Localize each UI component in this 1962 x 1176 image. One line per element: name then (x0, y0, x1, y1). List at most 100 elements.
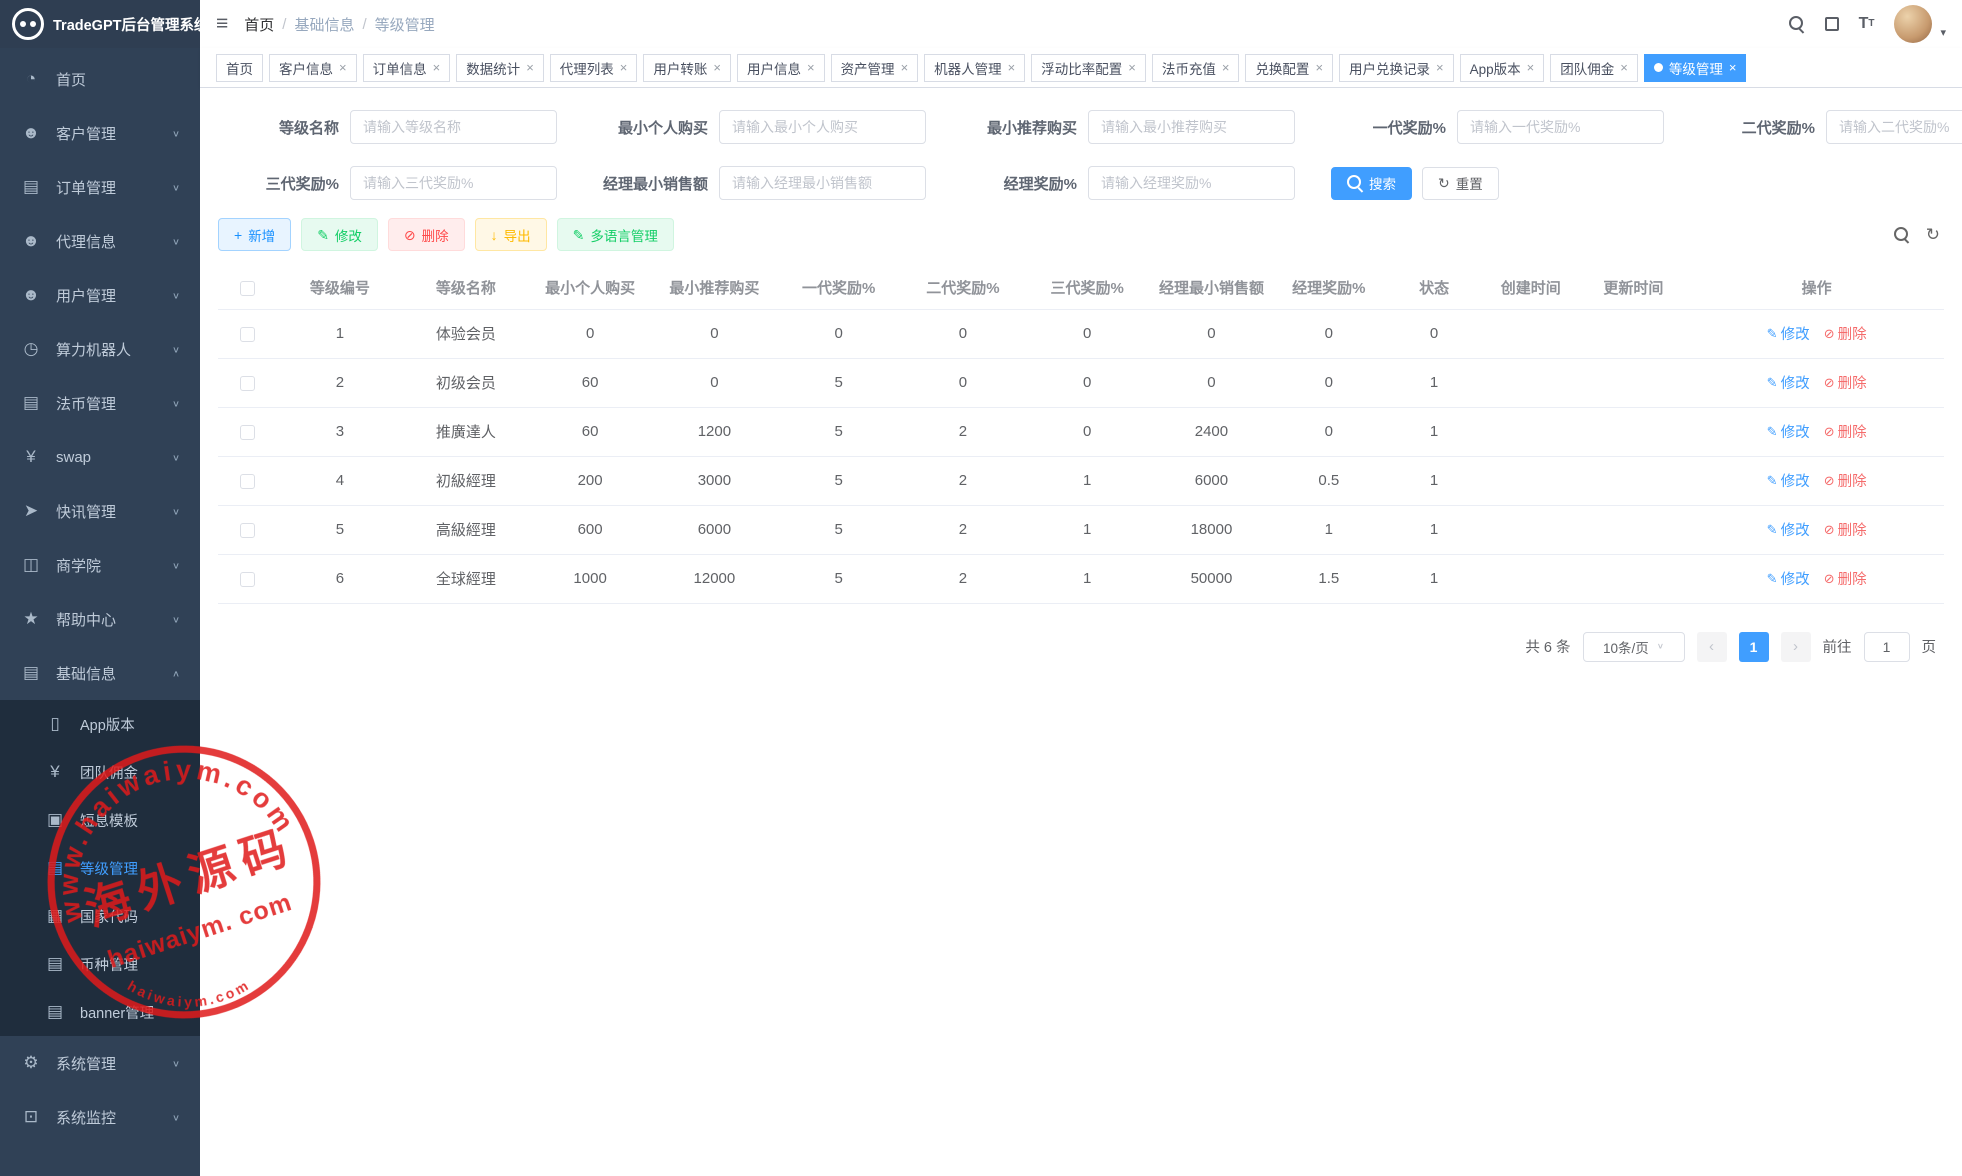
tab-close-icon[interactable]: × (1729, 61, 1737, 74)
tab-close-icon[interactable]: × (526, 61, 534, 74)
sidebar-subitem[interactable]: ▦ 国家代码 (0, 892, 200, 940)
multilang-button[interactable]: ✎ 多语言管理 (557, 218, 674, 251)
breadcrumb-item[interactable]: 首页 / (244, 14, 286, 35)
view-tab[interactable]: 资产管理 × (831, 54, 919, 82)
filter-input[interactable] (1088, 166, 1295, 200)
view-tab[interactable]: 客户信息 × (269, 54, 357, 82)
view-tab[interactable]: 机器人管理 × (924, 54, 1025, 82)
filter-input[interactable] (719, 110, 926, 144)
filter-input[interactable] (719, 166, 926, 200)
tab-close-icon[interactable]: × (1222, 61, 1230, 74)
breadcrumb-item[interactable]: 等级管理 (375, 14, 443, 35)
edit-row-button[interactable]: ✎ 修改 (1767, 568, 1810, 589)
select-all-checkbox[interactable] (240, 281, 255, 296)
row-checkbox[interactable] (240, 376, 255, 391)
caret-down-icon[interactable]: ▾ (1940, 26, 1946, 39)
view-tab[interactable]: 等级管理 × (1644, 54, 1747, 82)
row-checkbox[interactable] (240, 572, 255, 587)
view-tab[interactable]: 兑换配置 × (1245, 54, 1333, 82)
edit-row-button[interactable]: ✎ 修改 (1767, 372, 1810, 393)
sidebar-toggle-icon[interactable]: ≡ (216, 12, 228, 36)
edit-row-button[interactable]: ✎ 修改 (1767, 470, 1810, 491)
view-tab[interactable]: 团队佣金 × (1550, 54, 1638, 82)
view-tab[interactable]: App版本 × (1460, 54, 1545, 82)
sidebar-item[interactable]: ▤ 法币管理 ∨ (0, 376, 200, 430)
sidebar-item[interactable]: ▤ 订单管理 ∨ (0, 160, 200, 214)
delete-row-button[interactable]: ⊘ 删除 (1824, 568, 1867, 589)
sidebar-item[interactable]: ☻ 客户管理 ∨ (0, 106, 200, 160)
tab-close-icon[interactable]: × (620, 61, 628, 74)
filter-input[interactable] (1457, 110, 1664, 144)
goto-page-input[interactable] (1864, 632, 1910, 662)
row-checkbox[interactable] (240, 474, 255, 489)
view-tab[interactable]: 法币充值 × (1152, 54, 1240, 82)
tab-close-icon[interactable]: × (1128, 61, 1136, 74)
view-tab[interactable]: 订单信息 × (363, 54, 451, 82)
delete-row-button[interactable]: ⊘ 删除 (1824, 519, 1867, 540)
search-icon[interactable] (1789, 16, 1805, 32)
delete-row-button[interactable]: ⊘ 删除 (1824, 421, 1867, 442)
edit-row-button[interactable]: ✎ 修改 (1767, 519, 1810, 540)
toggle-search-icon[interactable] (1894, 227, 1910, 243)
breadcrumb-item[interactable]: 基础信息 / (294, 14, 366, 35)
user-avatar[interactable] (1894, 5, 1932, 43)
sidebar-subitem[interactable]: ▤ 币种管理 (0, 940, 200, 988)
tab-close-icon[interactable]: × (901, 61, 909, 74)
font-size-icon[interactable] (1859, 16, 1875, 32)
export-button[interactable]: ↓ 导出 (475, 218, 547, 251)
view-tab[interactable]: 数据统计 × (456, 54, 544, 82)
current-page-button[interactable]: 1 (1739, 632, 1769, 662)
view-tab[interactable]: 用户兑换记录 × (1339, 54, 1454, 82)
sidebar-item[interactable]: ⚙ 系统管理 ∨ (0, 1036, 200, 1090)
view-tab[interactable]: 首页 × (216, 54, 263, 82)
sidebar-item[interactable]: ¥ swap ∨ (0, 430, 200, 484)
sidebar-subitem[interactable]: ▯ App版本 (0, 700, 200, 748)
sidebar-subitem[interactable]: ▤ banner管理 (0, 988, 200, 1036)
row-checkbox[interactable] (240, 327, 255, 342)
sidebar-item[interactable]: ⊡ 系统监控 ∨ (0, 1090, 200, 1144)
filter-input[interactable] (350, 110, 557, 144)
row-checkbox[interactable] (240, 523, 255, 538)
delete-row-button[interactable]: ⊘ 删除 (1824, 372, 1867, 393)
filter-input[interactable] (1826, 110, 1962, 144)
sidebar-item[interactable]: ★ 帮助中心 ∨ (0, 592, 200, 646)
refresh-icon[interactable]: ↻ (1926, 225, 1940, 245)
delete-row-button[interactable]: ⊘ 删除 (1824, 470, 1867, 491)
search-button[interactable]: 搜索 (1331, 167, 1412, 200)
edit-row-button[interactable]: ✎ 修改 (1767, 323, 1810, 344)
sidebar-item[interactable]: ◷ 算力机器人 ∨ (0, 322, 200, 376)
reset-button[interactable]: ↻ 重置 (1422, 167, 1499, 200)
sidebar-subitem[interactable]: ▤ 等级管理 (0, 844, 200, 892)
sidebar-item[interactable]: ▤ 基础信息 ∧ (0, 646, 200, 700)
row-checkbox[interactable] (240, 425, 255, 440)
filter-input[interactable] (1088, 110, 1295, 144)
view-tab[interactable]: 用户转账 × (643, 54, 731, 82)
tab-close-icon[interactable]: × (1527, 61, 1535, 74)
tab-close-icon[interactable]: × (1008, 61, 1016, 74)
add-button[interactable]: + 新增 (218, 218, 291, 251)
sidebar-item[interactable]: ☻ 用户管理 ∨ (0, 268, 200, 322)
tab-close-icon[interactable]: × (807, 61, 815, 74)
view-tab[interactable]: 代理列表 × (550, 54, 638, 82)
view-tab[interactable]: 浮动比率配置 × (1031, 54, 1146, 82)
tab-close-icon[interactable]: × (339, 61, 347, 74)
view-tab[interactable]: 用户信息 × (737, 54, 825, 82)
sidebar-item[interactable]: ☻ 代理信息 ∨ (0, 214, 200, 268)
edit-button[interactable]: ✎ 修改 (301, 218, 378, 251)
delete-row-button[interactable]: ⊘ 删除 (1824, 323, 1867, 344)
sidebar-item[interactable]: ◫ 商学院 ∨ (0, 538, 200, 592)
tab-close-icon[interactable]: × (1436, 61, 1444, 74)
tab-close-icon[interactable]: × (433, 61, 441, 74)
sidebar-subitem[interactable]: ¥ 团队佣金 (0, 748, 200, 796)
prev-page-button[interactable]: ‹ (1697, 632, 1727, 662)
delete-button[interactable]: ⊘ 删除 (388, 218, 465, 251)
next-page-button[interactable]: › (1781, 632, 1811, 662)
tab-close-icon[interactable]: × (1620, 61, 1628, 74)
filter-input[interactable] (350, 166, 557, 200)
tab-close-icon[interactable]: × (713, 61, 721, 74)
sidebar-subitem[interactable]: ▣ 短息模板 (0, 796, 200, 844)
fullscreen-icon[interactable] (1825, 17, 1839, 31)
sidebar-item[interactable]: ◔ 首页 (0, 52, 200, 106)
tab-close-icon[interactable]: × (1315, 61, 1323, 74)
page-size-select[interactable]: 10条/页 ∨ (1583, 632, 1685, 662)
